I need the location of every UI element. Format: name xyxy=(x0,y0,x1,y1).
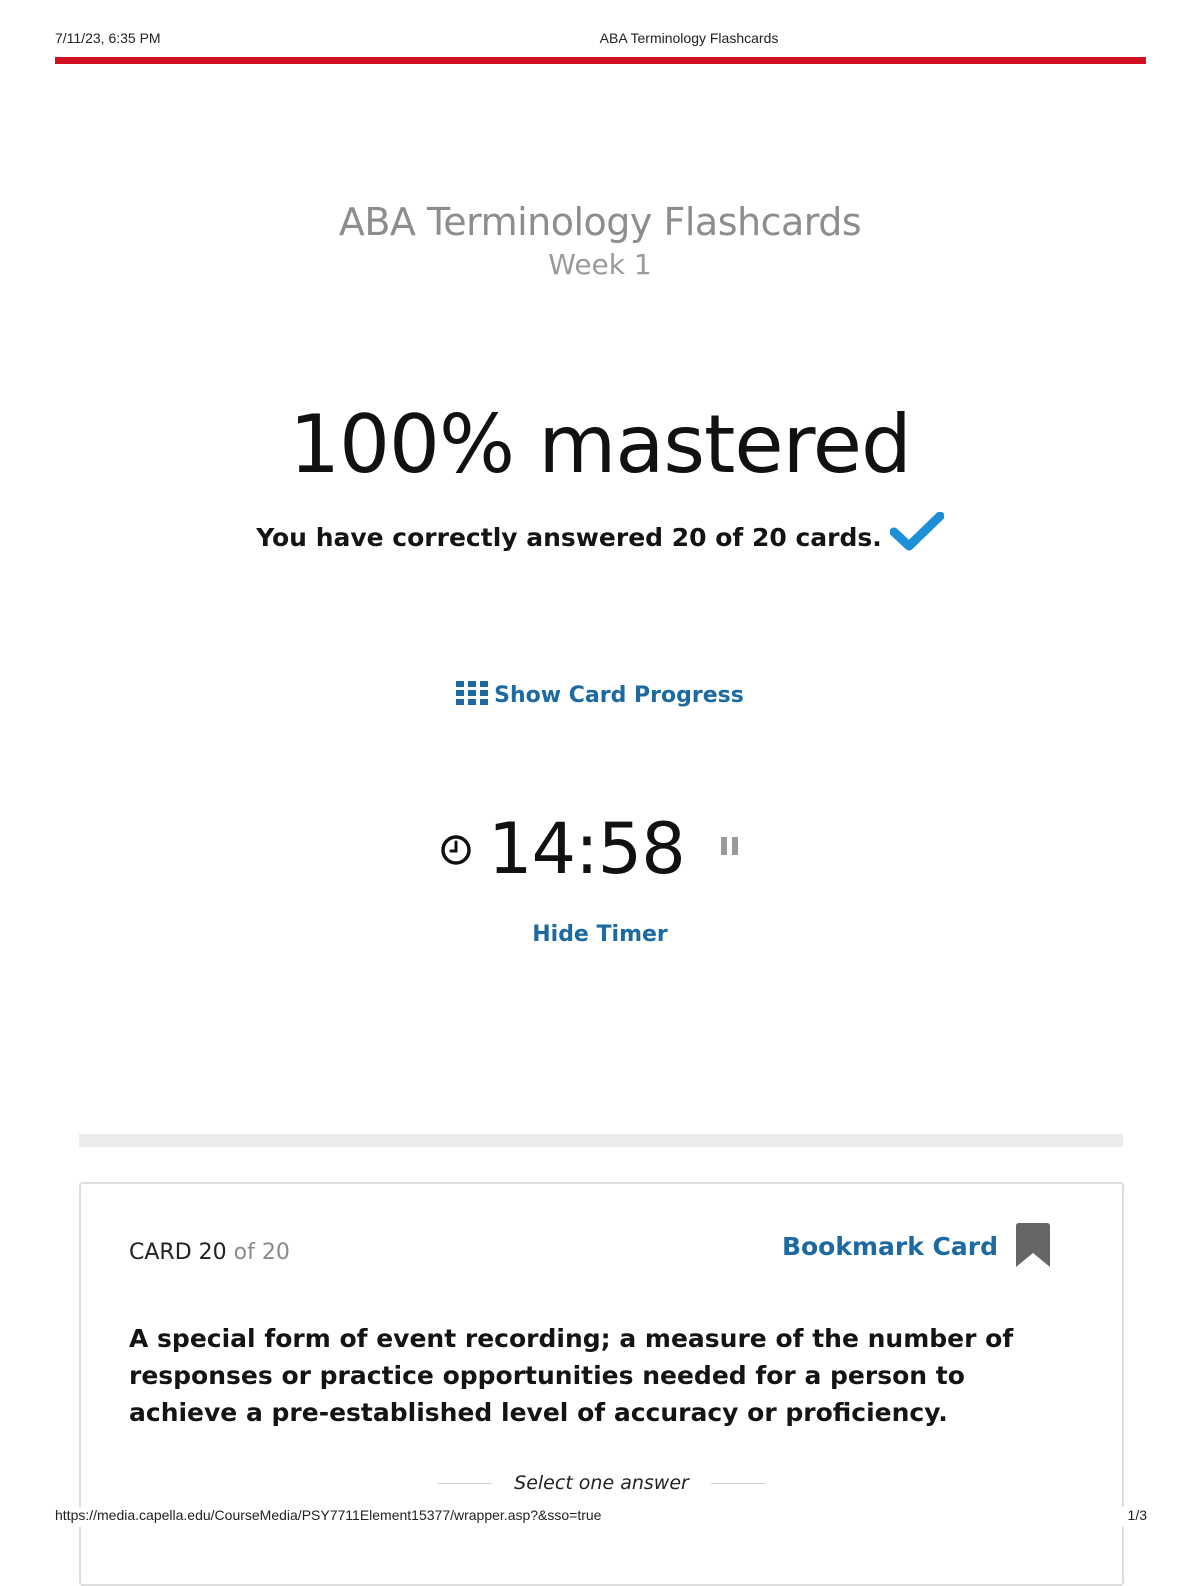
deck-header: ABA Terminology Flashcards Week 1 xyxy=(0,200,1200,281)
check-icon xyxy=(889,511,945,558)
mastery-headline: 100% mastered xyxy=(289,398,912,491)
deck-title: ABA Terminology Flashcards xyxy=(338,200,862,244)
prompt-divider-right xyxy=(710,1483,765,1484)
card-current: 20 xyxy=(198,1240,227,1265)
print-page-number: 1/3 xyxy=(1127,1507,1147,1523)
deck-subtitle: Week 1 xyxy=(548,248,652,281)
bookmark-icon xyxy=(1014,1222,1052,1272)
print-title: ABA Terminology Flashcards xyxy=(599,30,779,46)
pause-icon[interactable] xyxy=(720,836,740,860)
card-counter: CARD 20 of 20 xyxy=(129,1240,290,1265)
card-label: CARD xyxy=(129,1240,192,1265)
brand-accent-bar xyxy=(55,57,1146,64)
card-question: A special form of event recording; a mea… xyxy=(129,1324,1014,1427)
mastery-summary: You have correctly answered 20 of 20 car… xyxy=(256,523,882,552)
card-of: of xyxy=(233,1240,255,1265)
clock-icon xyxy=(440,834,472,870)
select-answer-prompt: Select one answer xyxy=(81,1472,1122,1494)
hide-timer-button[interactable]: Hide Timer xyxy=(0,922,1200,947)
grid-icon xyxy=(456,681,489,711)
timer: 14:58 xyxy=(0,808,1200,890)
card-total: 20 xyxy=(261,1240,290,1265)
show-card-progress-button[interactable]: Show Card Progress xyxy=(0,681,1200,711)
show-card-progress-label: Show Card Progress xyxy=(494,683,744,708)
bookmark-card-label: Bookmark Card xyxy=(781,1232,998,1261)
print-footer: https://media.capella.edu/CourseMedia/PS… xyxy=(0,1507,1200,1527)
print-url: https://media.capella.edu/CourseMedia/PS… xyxy=(55,1507,602,1523)
select-prompt-text: Select one answer xyxy=(514,1472,689,1494)
section-divider xyxy=(79,1134,1123,1147)
prompt-divider-left xyxy=(438,1483,493,1484)
mastery-summary-row: You have correctly answered 20 of 20 car… xyxy=(0,511,1200,558)
print-header: 7/11/23, 6:35 PM ABA Terminology Flashca… xyxy=(0,30,1200,50)
timer-value: 14:58 xyxy=(488,808,686,890)
